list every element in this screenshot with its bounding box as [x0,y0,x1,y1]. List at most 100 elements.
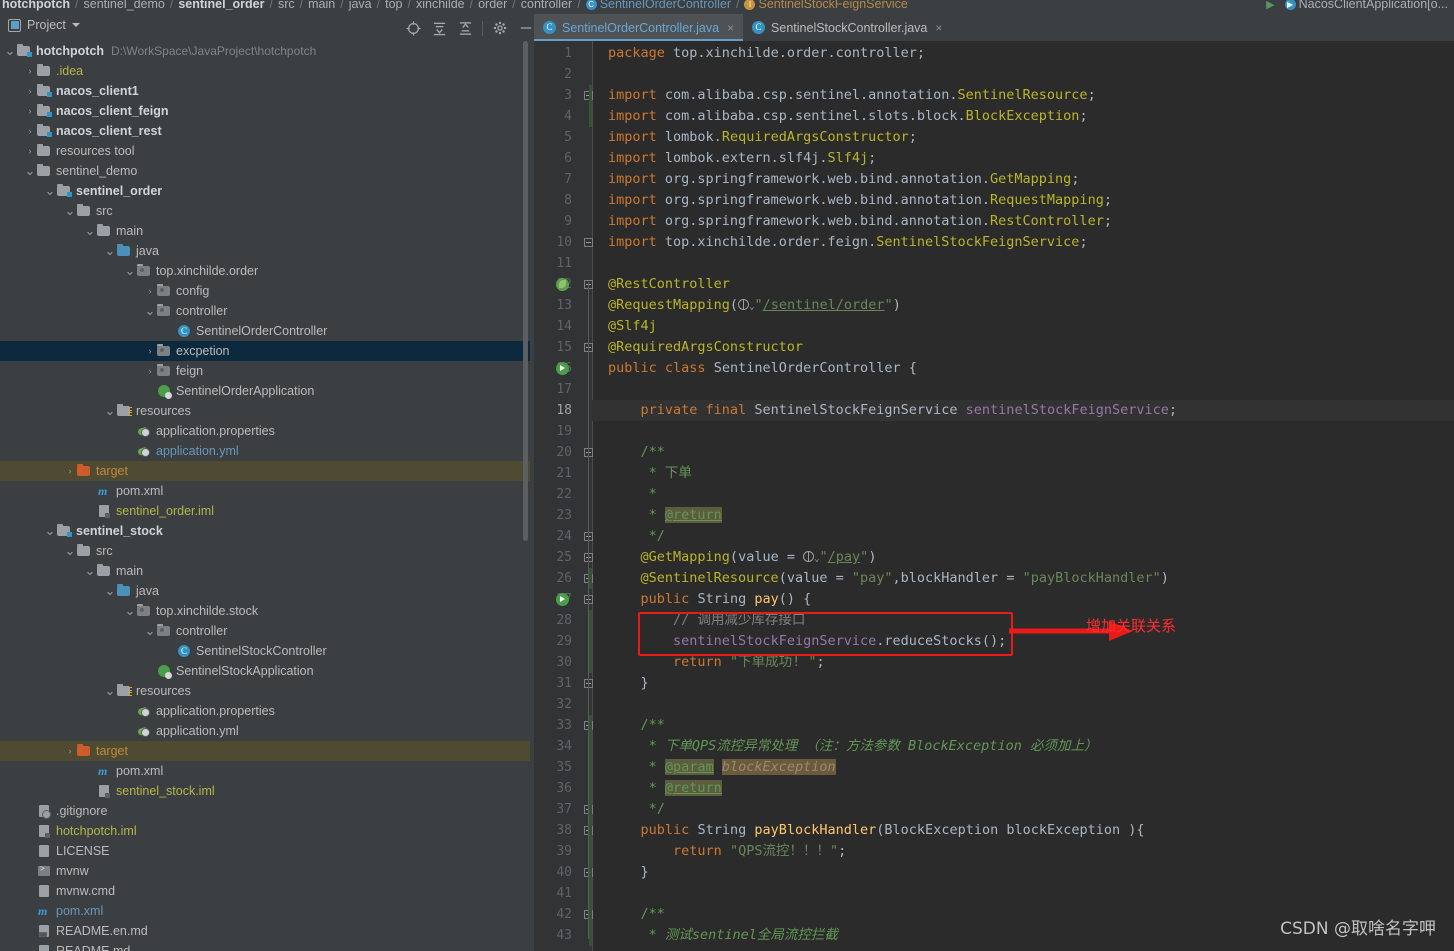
chevron-down-icon[interactable]: ⌄ [104,244,116,257]
tree-item[interactable]: SentinelStockApplication [0,661,530,681]
code-line[interactable]: @Slf4j [608,316,657,337]
code-line[interactable]: public String payBlockHandler(BlockExcep… [608,820,1145,841]
tree-item[interactable]: ⌄ java [0,581,530,601]
code-line[interactable]: // 调用减少库存接口 [608,610,805,631]
code-line[interactable]: return "QPS流控！！！"; [608,841,846,862]
breadcrumb-segment[interactable]: java [349,0,372,11]
chevron-down-icon[interactable]: ⌄ [64,204,76,217]
close-icon[interactable]: × [935,21,942,35]
chevron-right-icon[interactable]: › [64,746,76,756]
tree-item[interactable]: › nacos_client_rest [0,121,530,141]
tree-item[interactable]: application.yml [0,721,530,741]
chevron-right-icon[interactable]: › [24,86,36,96]
chevron-down-icon[interactable]: ⌄ [104,584,116,597]
tree-item[interactable]: sentinel_order.iml [0,501,530,521]
tree-item[interactable]: application.properties [0,421,530,441]
code-line[interactable]: * 下单QPS流控异常处理 （注：方法参数 BlockException 必须加… [608,736,1098,757]
chevron-down-icon[interactable]: ⌄ [44,184,56,197]
code-line[interactable]: } [608,862,649,883]
code-line[interactable]: @RequestMapping(⌄"/sentinel/order") [608,295,901,316]
code-line[interactable]: /** [608,715,665,736]
tree-item[interactable]: › nacos_client_feign [0,101,530,121]
breadcrumb-segment[interactable]: controller [521,0,572,11]
tree-item[interactable]: m pom.xml [0,901,530,921]
select-opened-file-icon[interactable] [400,18,426,38]
tree-item[interactable]: C SentinelStockController [0,641,530,661]
code-line[interactable]: private final SentinelStockFeignService … [608,400,1178,421]
tree-item[interactable]: MD README.md [0,941,530,951]
tree-item[interactable]: application.properties [0,701,530,721]
tree-item[interactable]: › target [0,741,530,761]
tree-item[interactable]: ⌄ hotchpotch D:\WorkSpace\JavaProject\hotc… [0,41,530,61]
chevron-down-icon[interactable]: ⌄ [4,44,16,57]
code-line[interactable]: @RequiredArgsConstructor [608,337,803,358]
code-line[interactable]: * 下单 [608,463,692,484]
tree-item[interactable]: ⌄ sentinel_demo [0,161,530,181]
chevron-down-icon[interactable]: ⌄ [104,404,116,417]
project-tree[interactable]: ⌄ hotchpotch D:\WorkSpace\JavaProject\hotc… [0,41,530,951]
chevron-right-icon[interactable]: › [24,146,36,156]
breadcrumb-segment[interactable]: order [478,0,507,11]
chevron-down-icon[interactable]: ⌄ [64,544,76,557]
breadcrumb-interface[interactable]: SentinelStockFeignService [758,0,907,11]
tree-item[interactable]: ⌄ main [0,561,530,581]
chevron-down-icon[interactable]: ⌄ [124,264,136,277]
breadcrumb-segment[interactable]: main [308,0,335,11]
tree-item[interactable]: SentinelOrderApplication [0,381,530,401]
tree-item[interactable]: › target [0,461,530,481]
code-line[interactable]: * [608,484,657,505]
project-panel-title[interactable]: Project [8,18,80,32]
chevron-right-icon[interactable]: › [144,346,156,356]
spring-bean-gutter-icon[interactable] [556,278,570,292]
tree-item[interactable]: LICENSE [0,841,530,861]
breadcrumb-segment[interactable]: xinchilde [416,0,465,11]
code-line[interactable]: /** [608,442,665,463]
run-icon[interactable]: ▶ [1266,0,1274,11]
close-icon[interactable]: × [727,21,734,35]
tree-item[interactable]: mvnw.cmd [0,881,530,901]
code-line[interactable]: /** [608,904,665,925]
code-line[interactable]: package top.xinchilde.order.controller; [608,43,925,64]
code-line[interactable]: } [608,673,649,694]
tree-item[interactable]: ⌄ sentinel_stock [0,521,530,541]
tree-item[interactable]: application.yml [0,441,530,461]
project-tree-panel[interactable]: ⌄ hotchpotch D:\WorkSpace\JavaProject\hotc… [0,41,530,951]
run-configuration-area[interactable]: ▶ ▶ NacosClientApplication[o... [1266,0,1448,14]
code-line[interactable]: * 测试sentinel全局流控拦截 [608,925,838,946]
code-line[interactable]: import lombok.extern.slf4j.Slf4j; [608,148,876,169]
chevron-down-icon[interactable]: ⌄ [24,164,36,177]
tree-item[interactable]: ⌄ top.xinchilde.stock [0,601,530,621]
run-gutter-icon[interactable] [556,593,570,607]
code-line[interactable]: public class SentinelOrderController { [608,358,917,379]
tree-item[interactable]: ⌄ resources [0,401,530,421]
expand-all-icon[interactable] [426,18,452,38]
chevron-right-icon[interactable]: › [144,366,156,376]
tree-item[interactable]: ⌄ top.xinchilde.order [0,261,530,281]
breadcrumb-segment[interactable]: sentinel_order [178,0,264,11]
code-line[interactable]: @SentinelResource(value = "pay",blockHan… [608,568,1169,589]
chevron-down-icon[interactable]: ⌄ [104,684,116,697]
breadcrumb-segment[interactable]: top [385,0,402,11]
editor-tab[interactable]: C SentinelStockController.java × [743,14,952,41]
code-text-area[interactable]: package top.xinchilde.order.controller; i… [592,41,1454,951]
code-line[interactable]: import org.springframework.web.bind.anno… [608,211,1112,232]
tree-item[interactable]: sentinel_stock.iml [0,781,530,801]
editor-tab[interactable]: C SentinelOrderController.java × [534,14,744,41]
tree-item[interactable]: ⌄ main [0,221,530,241]
chevron-down-icon[interactable]: ⌄ [144,304,156,317]
code-line[interactable]: * @return [608,505,722,526]
chevron-down-icon[interactable]: ⌄ [84,224,96,237]
collapse-all-icon[interactable] [452,18,478,38]
chevron-down-icon[interactable]: ⌄ [144,624,156,637]
code-line[interactable]: @GetMapping(value = ⌄"/pay") [608,547,877,568]
tree-item[interactable]: ⌄ src [0,201,530,221]
chevron-right-icon[interactable]: › [24,106,36,116]
breadcrumb[interactable]: hotchpotch / sentinel_demo / sentinel_order /… [0,0,908,14]
tree-item[interactable]: › config [0,281,530,301]
chevron-right-icon[interactable]: › [64,466,76,476]
code-editor[interactable]: 1234567891011121314151617181920212223242… [534,41,1454,951]
tree-item[interactable]: m pom.xml [0,761,530,781]
tree-item[interactable]: › nacos_client1 [0,81,530,101]
code-line[interactable]: return "下单成功! "; [608,652,825,673]
tree-item[interactable]: ⌄ java [0,241,530,261]
